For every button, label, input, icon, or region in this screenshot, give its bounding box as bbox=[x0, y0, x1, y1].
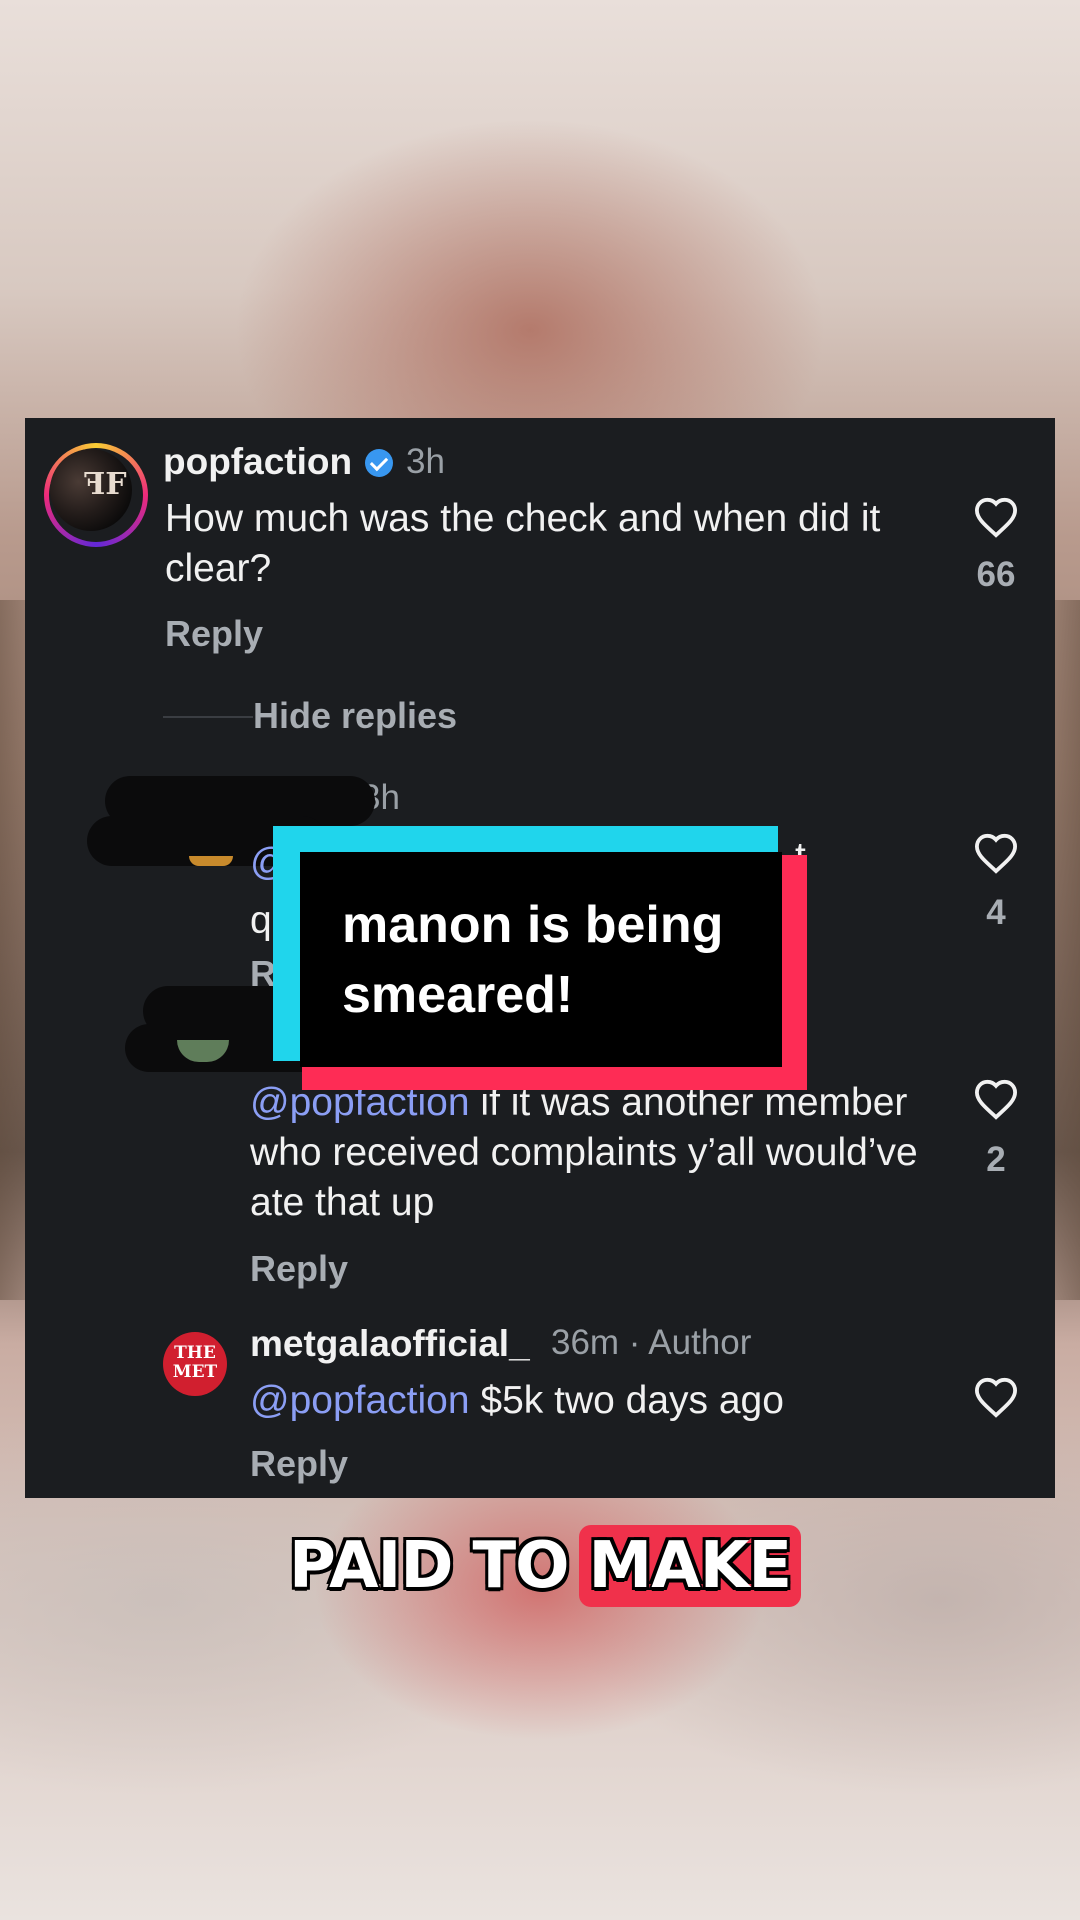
redacted-avatar bbox=[189, 856, 233, 866]
like-heart-icon[interactable] bbox=[973, 1376, 1019, 1418]
like-count: 4 bbox=[986, 893, 1006, 932]
like-count: 2 bbox=[986, 1140, 1006, 1179]
reply-button[interactable]: Reply bbox=[250, 1443, 348, 1485]
comment-text: @popfaction if it was another member who… bbox=[250, 1078, 950, 1228]
comment-username[interactable]: metgalaofficial_ bbox=[250, 1323, 530, 1365]
comment-time: 3h bbox=[406, 442, 445, 481]
comment-meta: 36m · Author bbox=[551, 1323, 752, 1362]
comment-text: How much was the check and when did it c… bbox=[165, 497, 881, 590]
like-count: 66 bbox=[976, 555, 1016, 594]
like-heart-icon[interactable] bbox=[973, 496, 1019, 538]
hide-replies-button[interactable]: Hide replies bbox=[253, 695, 457, 737]
video-caption: PAID TO MAKE bbox=[0, 1525, 1080, 1607]
caption-word: PAID bbox=[288, 1529, 453, 1603]
comment-text: @popfaction $5k two days ago bbox=[250, 1376, 950, 1426]
avatar-text: THE bbox=[174, 1343, 216, 1363]
caption-word: TO bbox=[472, 1529, 569, 1603]
like-heart-icon[interactable] bbox=[973, 832, 1019, 874]
avatar-text: MET bbox=[172, 1362, 218, 1382]
reply-button[interactable]: Reply bbox=[250, 1248, 348, 1290]
reply-button[interactable]: Reply bbox=[165, 613, 263, 655]
comment-body: $5k two days ago bbox=[469, 1379, 784, 1422]
caption-word-highlighted: MAKE bbox=[578, 1525, 802, 1607]
divider-line bbox=[163, 716, 253, 718]
popfaction-avatar[interactable]: ꟻF bbox=[44, 443, 148, 547]
like-heart-icon[interactable] bbox=[973, 1078, 1019, 1120]
avatar-monogram: ꟻF bbox=[84, 467, 127, 502]
comment-username[interactable]: popfaction bbox=[163, 441, 352, 483]
metgala-avatar[interactable]: THE MET bbox=[163, 1332, 227, 1396]
mention-link[interactable]: @popfaction bbox=[250, 1379, 470, 1422]
comment-text-fragment: q bbox=[250, 899, 272, 942]
verified-badge-icon bbox=[365, 449, 393, 477]
overlay-banner-text: manon is being smeared! bbox=[342, 896, 724, 1024]
